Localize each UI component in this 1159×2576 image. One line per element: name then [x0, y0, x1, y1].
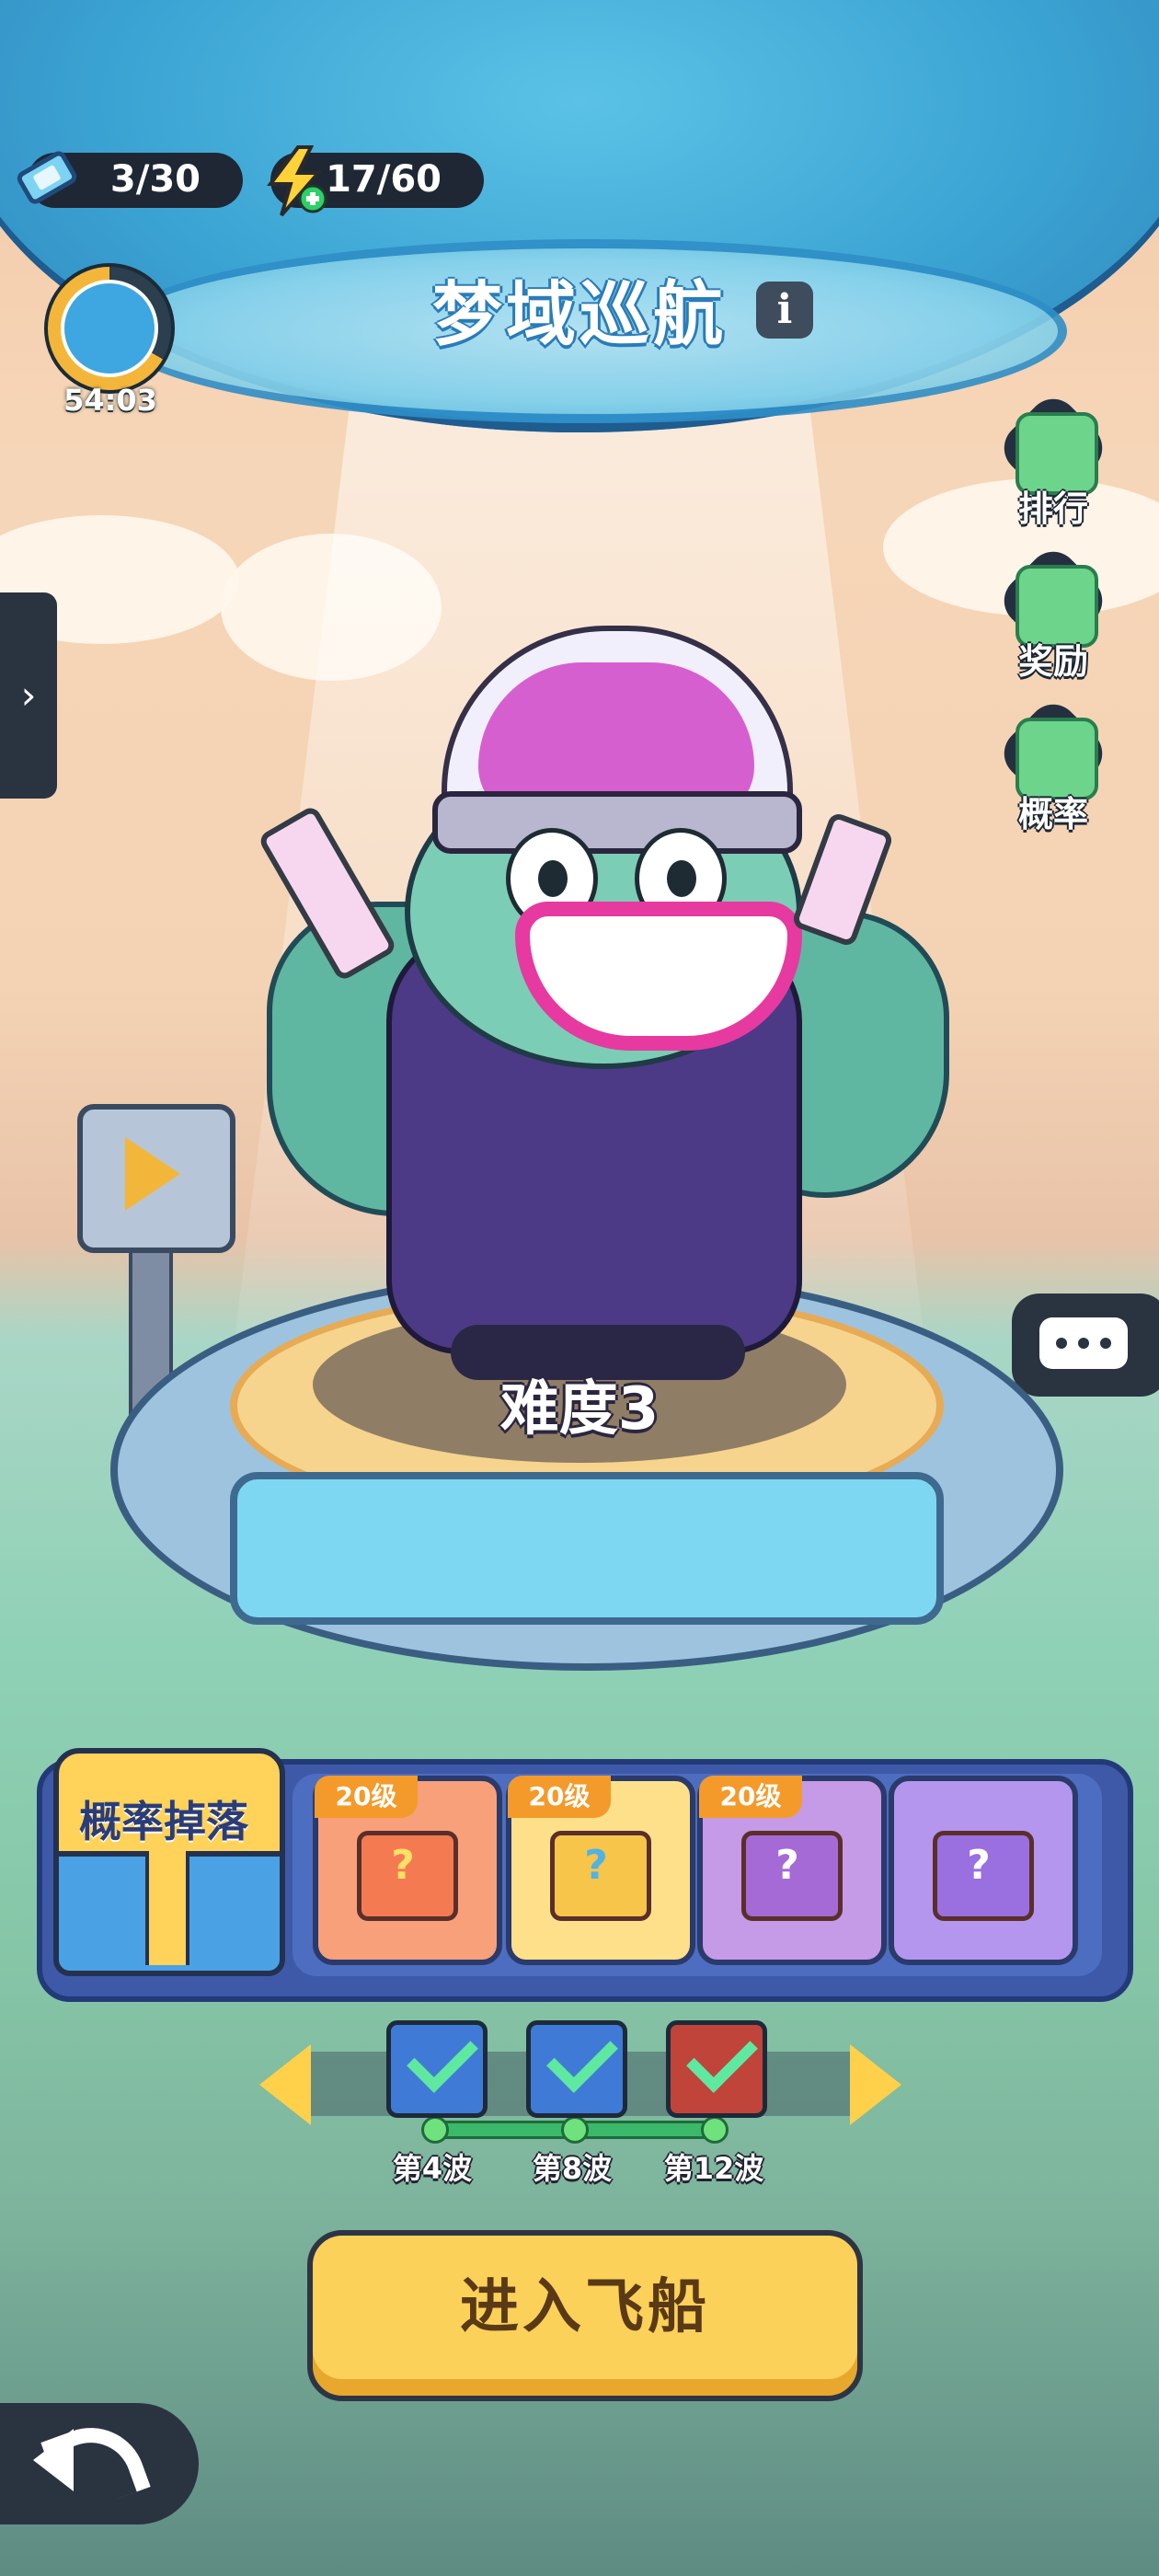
chat-bubble-icon: [1039, 1317, 1128, 1369]
page-title: 梦域巡航: [432, 273, 727, 355]
chest-strap: [145, 1851, 189, 1965]
probability-drop-chest[interactable]: 概率掉落: [53, 1748, 285, 1976]
drop-item-box[interactable]: ? 20级: [697, 1776, 887, 1965]
platform-panel: [230, 1472, 944, 1625]
difficulty-label: 难度3: [499, 1375, 660, 1443]
energy-value: 17/60: [326, 158, 442, 201]
wave-label: 第12波: [663, 2151, 764, 2186]
dome-band: [432, 791, 802, 854]
wave-reward-chest[interactable]: [526, 2020, 627, 2118]
wave-node: [701, 2116, 729, 2144]
next-arrow-icon[interactable]: [850, 2044, 901, 2125]
side-drawer-toggle[interactable]: ›: [0, 592, 57, 799]
question-mark: ?: [775, 1842, 799, 1889]
rewards-label: 奖励: [1017, 641, 1088, 682]
question-mark: ?: [391, 1842, 415, 1889]
chevron-right-icon: ›: [20, 673, 37, 718]
wave-node: [421, 2116, 449, 2144]
question-mark: ?: [967, 1842, 991, 1889]
info-button[interactable]: i: [756, 282, 813, 339]
back-button[interactable]: [0, 2403, 199, 2524]
checkmark-icon: [407, 2021, 478, 2093]
tickets-value: 3/30: [109, 158, 201, 201]
level-badge: 20级: [699, 1776, 802, 1818]
game-screen: 3/30 17/60 54:03 梦域巡航 i 排行 奖励 概率 › 难度3 概…: [0, 0, 1159, 2576]
previous-arrow-icon[interactable]: [259, 2044, 311, 2125]
lightning-plus-icon: [267, 145, 327, 217]
enter-spaceship-button[interactable]: 进入飞船: [307, 2230, 863, 2401]
chest-label: 概率掉落: [79, 1797, 248, 1846]
wave-label: 第4波: [392, 2151, 473, 2186]
tickets-counter: 3/30: [17, 151, 243, 208]
question-mark: ?: [584, 1842, 608, 1889]
wave-node: [561, 2116, 589, 2144]
rewards-button[interactable]: 奖励: [984, 541, 1122, 686]
ranking-button[interactable]: 排行: [984, 388, 1122, 534]
syringe-icon: [257, 804, 398, 983]
chat-button[interactable]: [1012, 1294, 1159, 1397]
level-badge: 20级: [315, 1776, 418, 1818]
wave-reward-chest[interactable]: [666, 2020, 767, 2118]
timer-text: 54:03: [63, 383, 157, 418]
video-signpost[interactable]: [77, 1104, 235, 1253]
wave-reward-chest[interactable]: [386, 2020, 488, 2118]
boss-monster: [239, 626, 949, 1380]
checkmark-icon: [686, 2021, 758, 2093]
drop-item-box[interactable]: ?: [889, 1776, 1078, 1965]
checkmark-icon: [546, 2021, 618, 2093]
drop-item-box[interactable]: ? 20级: [506, 1776, 695, 1965]
energy-counter: 17/60: [267, 145, 484, 217]
ranking-label: 排行: [1017, 489, 1088, 529]
level-badge: 20级: [508, 1776, 611, 1818]
event-timer-button[interactable]: 54:03: [37, 263, 184, 418]
drop-item-box[interactable]: ? 20级: [313, 1776, 502, 1965]
back-arrow-head: [33, 2429, 74, 2491]
wave-label: 第8波: [532, 2151, 613, 2186]
play-icon: [125, 1137, 180, 1211]
probability-label: 概率: [1017, 794, 1088, 834]
ticket-badge-icon: [61, 280, 158, 377]
probability-button[interactable]: 概率: [984, 694, 1122, 839]
